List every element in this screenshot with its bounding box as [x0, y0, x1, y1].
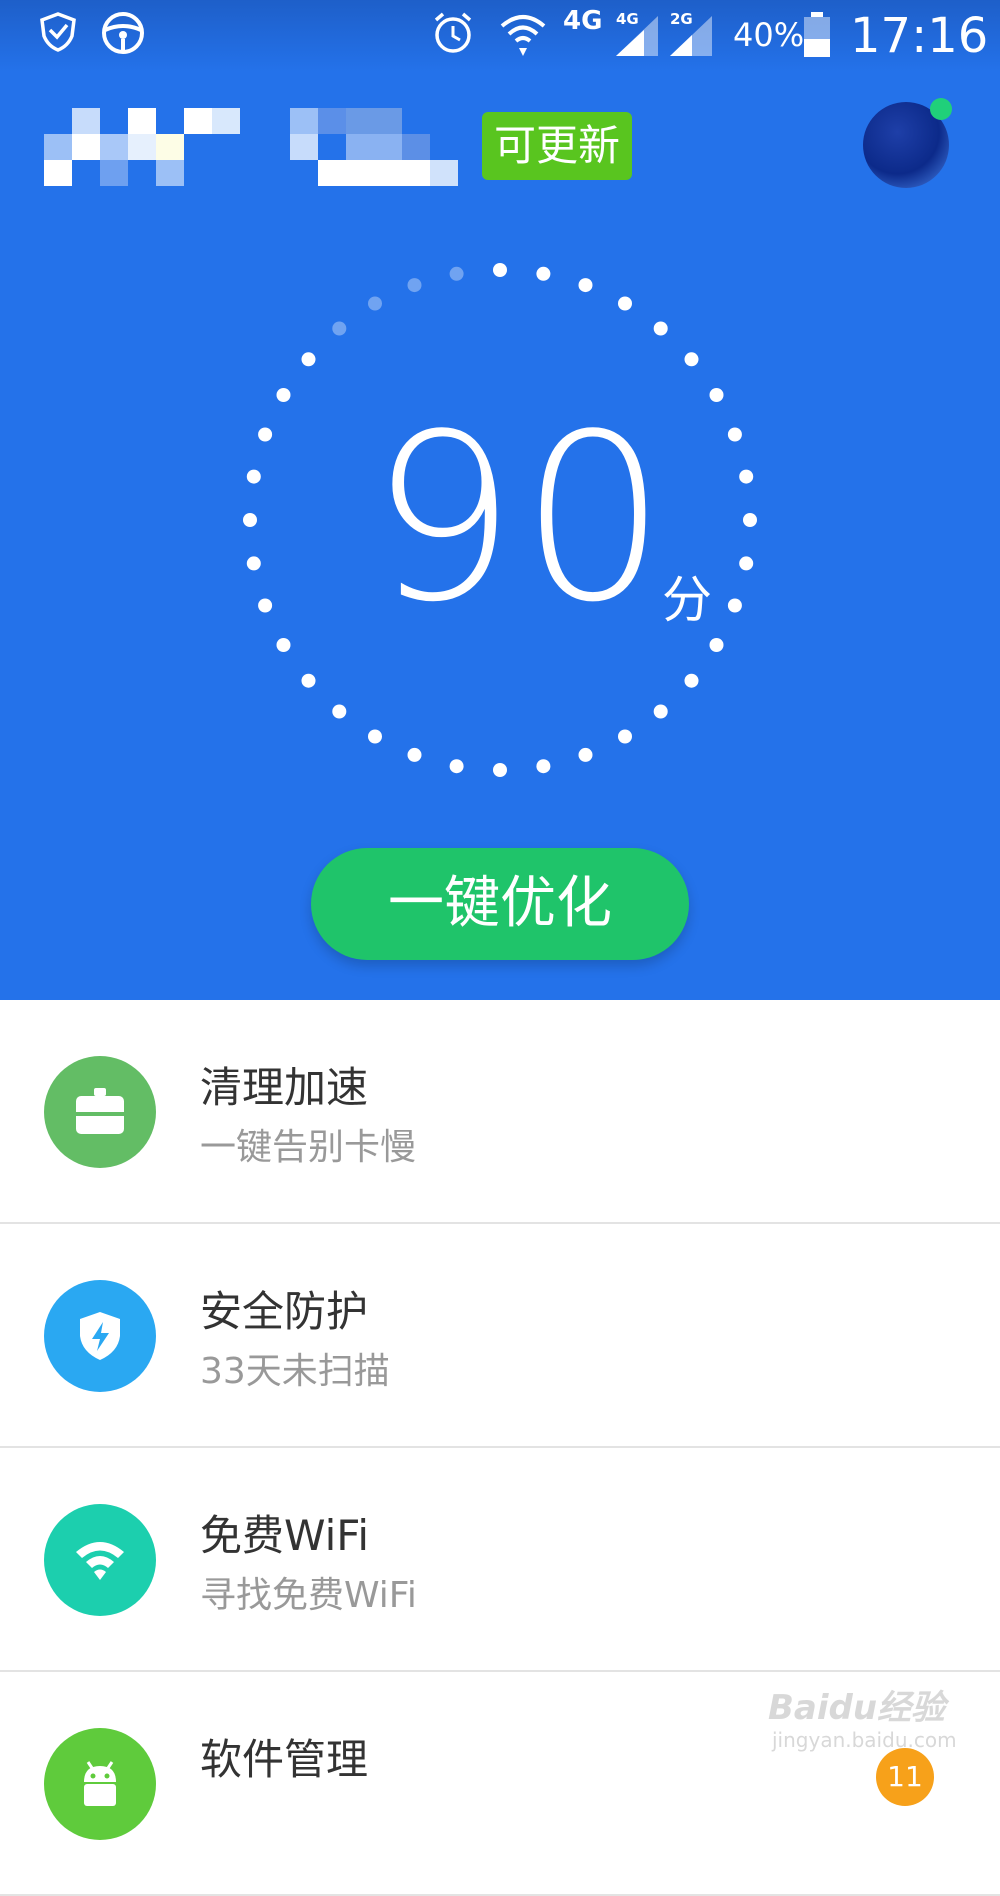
- feature-row-security[interactable]: 安全防护 33天未扫描: [0, 1224, 1000, 1448]
- gauge-dot-active: [246, 469, 261, 484]
- android-icon: [84, 1761, 116, 1806]
- gauge-dot-active: [246, 556, 261, 571]
- feature-subtitle: 33天未扫描: [200, 1351, 390, 1392]
- clock-time: 17:16: [850, 8, 989, 64]
- one-click-optimize-button[interactable]: 一键优化: [311, 848, 689, 960]
- gauge-dot-active: [301, 352, 316, 367]
- gauge-dot-active: [727, 427, 742, 442]
- gauge-dot-active: [618, 729, 632, 744]
- battery-icon: [804, 12, 830, 57]
- feature-row-free-wifi[interactable]: 免费WiFi 寻找免费WiFi: [0, 1448, 1000, 1672]
- steering-wheel-icon: [102, 12, 144, 54]
- sim2-signal-icon: [670, 16, 712, 56]
- gauge-dot-active: [709, 638, 724, 652]
- gauge-dot-active: [493, 263, 507, 277]
- gauge-dot-active: [739, 556, 754, 571]
- gauge-dot-active: [407, 747, 422, 762]
- feature-title: 安全防护: [200, 1287, 369, 1336]
- briefcase-icon: [76, 1088, 124, 1134]
- feature-subtitle: 一键告别卡慢: [200, 1127, 417, 1168]
- wifi-signal-icon: [500, 15, 546, 56]
- battery-percent: 40%: [733, 16, 805, 54]
- gauge-dot-active: [258, 427, 273, 442]
- watermark-url: jingyan.baidu.com: [772, 1728, 957, 1752]
- feature-subtitle: 寻找免费WiFi: [200, 1575, 417, 1616]
- gauge-dot-active: [368, 729, 382, 744]
- gauge-dot-active: [301, 673, 316, 688]
- gauge-dot-active: [739, 469, 754, 484]
- gauge-dot-inactive: [368, 296, 382, 311]
- gauge-dot-active: [709, 388, 724, 402]
- update-available-badge[interactable]: 可更新: [482, 112, 633, 180]
- gauge-dot-active: [653, 704, 668, 719]
- feature-title: 免费WiFi: [200, 1511, 370, 1560]
- user-name-pixelated: [44, 108, 476, 188]
- feature-icon-circle: [44, 1056, 156, 1168]
- gauge-dot-active: [332, 704, 347, 719]
- alarm-clock-icon: [434, 12, 472, 53]
- feature-icon-circle: [44, 1504, 156, 1616]
- feature-icon-circle: [44, 1280, 156, 1392]
- status-bar: 4G 4G 2G 40% 17:16: [0, 0, 1000, 72]
- gauge-dot-active: [276, 638, 291, 652]
- score-unit: 分: [662, 571, 712, 629]
- network-type-label: 4G: [563, 6, 603, 36]
- gauge-dot-active: [578, 747, 593, 762]
- avatar-online-dot: [930, 98, 952, 120]
- gauge-dot-inactive: [449, 266, 464, 281]
- gauge-dot-active: [618, 296, 632, 311]
- gauge-dot-active: [727, 598, 742, 613]
- gauge-dot-active: [743, 513, 757, 527]
- shield-check-icon: [40, 12, 76, 52]
- score-value: 90: [370, 386, 671, 653]
- watermark-logo: Baidu经验: [768, 1688, 946, 1728]
- gauge-dot-active: [276, 388, 291, 402]
- feature-row-cleanup[interactable]: 清理加速 一键告别卡慢: [0, 1000, 1000, 1224]
- wifi-icon: [76, 1542, 124, 1580]
- gauge-dot-active: [578, 278, 593, 293]
- shield-bolt-icon: [80, 1312, 120, 1360]
- gauge-dot-active: [243, 513, 257, 527]
- gauge-dot-active: [536, 266, 551, 281]
- feature-title: 清理加速: [200, 1063, 369, 1112]
- gauge-dot-active: [258, 598, 273, 613]
- gauge-dot-active: [684, 673, 699, 688]
- gauge-dot-inactive: [407, 278, 422, 293]
- gauge-dot-active: [653, 321, 668, 336]
- gauge-dot-active: [536, 759, 551, 774]
- gauge-dot-active: [493, 763, 507, 777]
- sim1-signal-icon: [616, 16, 658, 56]
- gauge-dot-inactive: [332, 321, 347, 336]
- feature-icon-circle: [44, 1728, 156, 1840]
- gauge-dot-active: [449, 759, 464, 774]
- feature-list: 清理加速 一键告别卡慢 安全防护 33天未扫描 免费WiFi 寻找免费WiFi: [0, 1000, 1000, 1896]
- gauge-dot-active: [684, 352, 699, 367]
- notification-count-badge: 11: [876, 1748, 934, 1806]
